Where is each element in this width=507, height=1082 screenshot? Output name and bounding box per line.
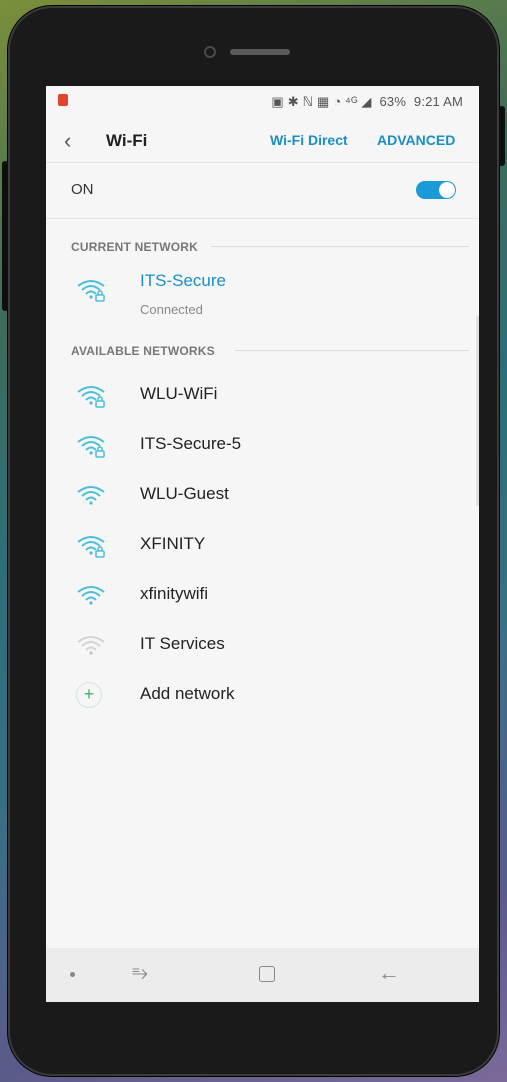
network-name: XFINITY bbox=[140, 534, 206, 553]
network-item[interactable]: IT Services bbox=[46, 626, 479, 676]
plus-icon: + bbox=[76, 682, 102, 708]
wifi-secured-icon bbox=[77, 536, 105, 558]
recent-apps-icon[interactable]: ⥱ bbox=[132, 962, 148, 985]
wifi-secured-icon bbox=[77, 280, 105, 302]
toggle-knob bbox=[439, 182, 455, 198]
add-network-label: Add network bbox=[140, 684, 235, 703]
wifi-toggle-row[interactable]: ON bbox=[46, 163, 479, 219]
wifi-toggle-label: ON bbox=[71, 181, 94, 198]
volume-button bbox=[499, 106, 505, 166]
screen: ▣ ✱ ℕ ▦ ◔ ⁴ᴳ ◢ 63% 9:21 AM ‹ Wi-Fi Wi-Fi… bbox=[46, 86, 479, 1002]
page-title: Wi-Fi bbox=[106, 131, 148, 150]
home-icon[interactable] bbox=[259, 966, 275, 982]
section-divider bbox=[235, 350, 469, 351]
status-time: 9:21 AM bbox=[413, 94, 463, 109]
wifi-toggle-switch[interactable] bbox=[416, 181, 456, 199]
section-divider bbox=[211, 246, 469, 247]
network-item[interactable]: WLU-WiFi bbox=[46, 376, 479, 426]
network-item[interactable]: ITS-Secure-5 bbox=[46, 426, 479, 476]
front-camera bbox=[204, 46, 216, 58]
scrollbar[interactable] bbox=[476, 316, 479, 506]
phone-frame: ▣ ✱ ℕ ▦ ◔ ⁴ᴳ ◢ 63% 9:21 AM ‹ Wi-Fi Wi-Fi… bbox=[2, 6, 505, 1076]
current-network-heading: CURRENT NETWORK bbox=[71, 240, 198, 254]
available-networks-heading: AVAILABLE NETWORKS bbox=[71, 344, 215, 358]
network-item[interactable]: XFINITY bbox=[46, 526, 479, 576]
network-name: ITS-Secure bbox=[140, 271, 226, 290]
back-arrow-icon[interactable]: ← bbox=[378, 960, 400, 986]
navigation-bar: ⥱ ← bbox=[46, 948, 479, 1002]
status-bar: ▣ ✱ ℕ ▦ ◔ ⁴ᴳ ◢ 63% 9:21 AM bbox=[46, 86, 479, 118]
current-network-item[interactable]: ITS-Secure Connected bbox=[46, 270, 479, 320]
network-item[interactable]: WLU-Guest bbox=[46, 476, 479, 526]
wifi-icon bbox=[77, 586, 105, 605]
wifi-direct-button[interactable]: Wi-Fi Direct bbox=[270, 132, 348, 148]
wifi-weak-icon bbox=[77, 636, 105, 655]
network-name: ITS-Secure-5 bbox=[140, 434, 242, 453]
status-icons: ▣ ✱ ℕ ▦ ◔ ⁴ᴳ ◢ 63% 9:21 AM bbox=[267, 94, 463, 110]
earpiece-speaker bbox=[230, 49, 290, 55]
network-item[interactable]: xfinitywifi bbox=[46, 576, 479, 626]
network-name: IT Services bbox=[140, 634, 225, 653]
network-name: WLU-Guest bbox=[140, 484, 229, 503]
advanced-button[interactable]: ADVANCED bbox=[377, 132, 455, 148]
add-network-item[interactable]: + Add network bbox=[46, 676, 479, 726]
status-system-icons: ▣ ✱ ℕ ▦ ◔ ⁴ᴳ ◢ bbox=[271, 94, 372, 109]
wifi-secured-icon bbox=[77, 386, 105, 408]
wifi-icon bbox=[77, 486, 105, 505]
power-button bbox=[2, 161, 8, 311]
app-bar: ‹ Wi-Fi Wi-Fi Direct ADVANCED bbox=[46, 118, 479, 163]
network-name: WLU-WiFi bbox=[140, 384, 218, 403]
back-chevron-icon[interactable]: ‹ bbox=[64, 128, 71, 154]
wifi-secured-icon bbox=[77, 436, 105, 458]
network-name: xfinitywifi bbox=[140, 584, 209, 603]
network-status: Connected bbox=[140, 302, 203, 317]
notification-alert-icon bbox=[58, 94, 68, 106]
battery-percent: 63% bbox=[379, 94, 407, 109]
nav-dot-icon[interactable] bbox=[70, 972, 75, 977]
